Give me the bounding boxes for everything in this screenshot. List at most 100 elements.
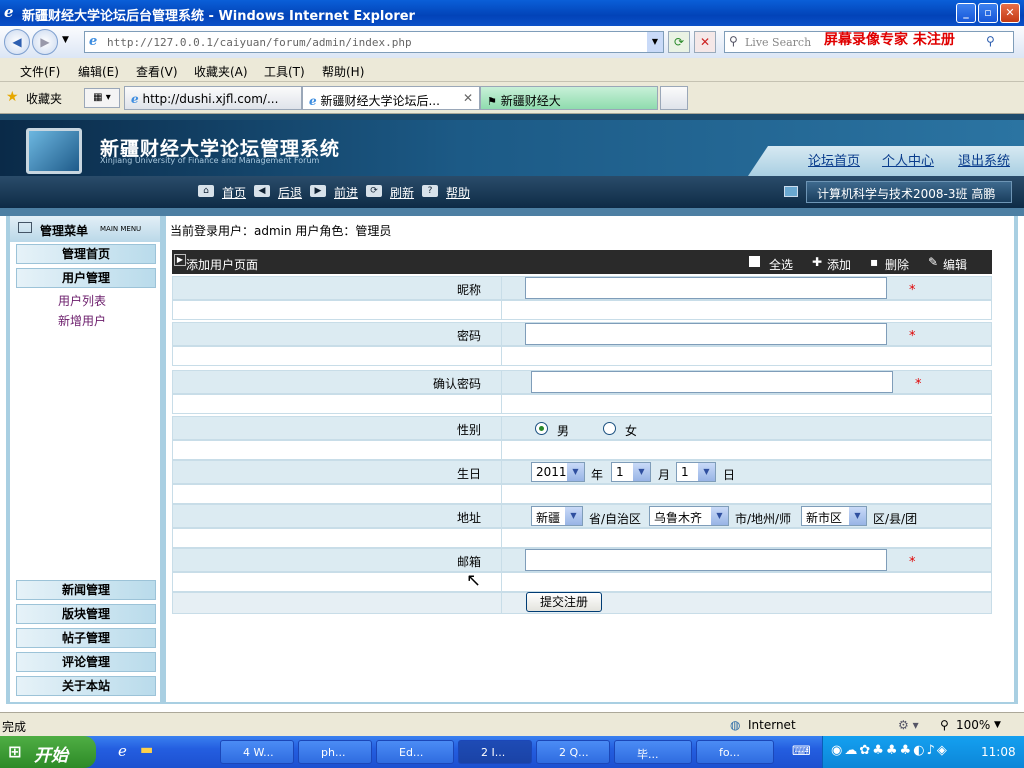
new-tab-button[interactable]	[660, 86, 688, 110]
province-select[interactable]: 新疆 ▼	[531, 506, 583, 526]
submit-button[interactable]: 提交注册	[526, 592, 602, 612]
required-mark: *	[909, 329, 916, 344]
monitor-logo-icon	[26, 128, 82, 174]
address-dropdown-icon[interactable]: ▼	[647, 32, 663, 52]
forum-home-link[interactable]: 论坛首页	[808, 150, 860, 169]
menu-view[interactable]: 查看(V)	[136, 63, 178, 80]
start-button[interactable]: ⊞ 开始	[0, 736, 96, 768]
sidebar-item-admin-home[interactable]: 管理首页	[16, 244, 156, 264]
zoom-icon: ⚲	[940, 718, 949, 732]
add-action[interactable]: 添加	[827, 256, 851, 273]
recorder-watermark: 屏幕录像专家 未注册	[824, 32, 955, 48]
birth-month-select[interactable]: 1 ▼	[611, 462, 651, 482]
birth-day-select[interactable]: 1 ▼	[676, 462, 716, 482]
menu-tools[interactable]: 工具(T)	[264, 63, 305, 80]
nav-help[interactable]: 帮助	[446, 184, 470, 201]
quick-tabs-icon[interactable]: ▦ ▾	[84, 88, 120, 108]
city-select[interactable]: 乌鲁木齐 ▼	[649, 506, 729, 526]
refresh-icon[interactable]: ⟳	[668, 31, 690, 53]
keyboard-icon[interactable]: ⌨	[792, 744, 811, 759]
sidebar-item-user-list[interactable]: 用户列表	[58, 292, 106, 309]
birth-year-select[interactable]: 2011 ▼	[531, 462, 585, 482]
task-folder[interactable]: fo...	[696, 740, 774, 764]
ie-quicklaunch-icon[interactable]: e	[118, 742, 127, 760]
forward-arrow-icon: ▶	[310, 185, 326, 197]
confirm-password-input[interactable]	[531, 371, 893, 393]
birthday-label: 生日	[456, 467, 481, 481]
logout-link[interactable]: 退出系统	[958, 150, 1010, 169]
sidebar-item-user-management[interactable]: 用户管理	[16, 268, 156, 288]
close-button[interactable]: ✕	[1000, 3, 1020, 23]
select-all-checkbox[interactable]	[749, 256, 760, 267]
select-all-label[interactable]: 全选	[769, 256, 793, 273]
task-php[interactable]: ph...	[298, 740, 372, 764]
zoom-level[interactable]: 100%	[956, 718, 990, 732]
stop-icon[interactable]: ✕	[694, 31, 716, 53]
panel-icon: ▶	[174, 254, 186, 266]
window-title: 新疆财经大学论坛后台管理系统 - Windows Internet Explor…	[22, 9, 415, 24]
gender-male-radio[interactable]	[535, 422, 548, 435]
nav-home[interactable]: 首页	[222, 184, 246, 201]
edit-action[interactable]: 编辑	[943, 256, 967, 273]
tab-dushi[interactable]: e http://dushi.xjfl.com/...	[124, 86, 302, 110]
tab-xjcj[interactable]: ⚑ 新疆财经大	[480, 86, 658, 110]
district-select[interactable]: 新市区 ▼	[801, 506, 867, 526]
form-row-gender: 性别 男 女	[172, 416, 992, 440]
zoom-dropdown-icon[interactable]: ▼	[994, 720, 1001, 730]
task-explorer[interactable]: 4 W...	[220, 740, 294, 764]
gender-female-radio[interactable]	[603, 422, 616, 435]
tab-bar: ★ 收藏夹 ▦ ▾ e http://dushi.xjfl.com/... e …	[0, 82, 1024, 114]
ie-icon: e	[4, 3, 14, 21]
address-bar[interactable]: e http://127.0.0.1/caiyuan/forum/admin/i…	[84, 31, 664, 53]
nickname-input[interactable]	[525, 277, 887, 299]
tab-close-icon[interactable]: ✕	[463, 91, 473, 105]
menu-favorites[interactable]: 收藏夹(A)	[194, 63, 248, 80]
favorites-button[interactable]: 收藏夹	[26, 90, 62, 107]
menu-edit[interactable]: 编辑(E)	[78, 63, 119, 80]
history-dropdown-icon[interactable]: ▼	[62, 35, 69, 45]
tray-icons[interactable]: ◉☁✿♣♣♣◐♪◈	[831, 743, 949, 758]
task-qq[interactable]: 2 Q...	[536, 740, 610, 764]
chevron-down-icon: ▼	[633, 463, 650, 481]
form-row-confirm-password: 确认密码 *	[172, 370, 992, 394]
required-mark: *	[909, 555, 916, 570]
site-nav: ⌂ 首页 ◀ 后退 ▶ 前进 ⟳ 刷新 ? 帮助 计算机科学与技术2008-3班…	[0, 176, 1024, 208]
form-row-email: 邮箱 *	[172, 548, 992, 572]
sidebar-item-boards[interactable]: 版块管理	[16, 604, 156, 624]
forward-button[interactable]: ▶	[32, 29, 58, 55]
page-icon: e	[89, 34, 98, 49]
form-row-address: 地址 新疆 ▼ 省/自治区 乌鲁木齐 ▼ 市/地州/师 新市区 ▼ 区/县/团	[172, 504, 992, 528]
task-ie[interactable]: 2 I...	[458, 740, 532, 764]
sidebar-item-comments[interactable]: 评论管理	[16, 652, 156, 672]
folder-quicklaunch-icon[interactable]: ▬	[140, 742, 153, 758]
chevron-down-icon: ▼	[565, 507, 582, 525]
delete-icon: ▪	[870, 255, 879, 269]
maximize-button[interactable]: ▫	[978, 3, 998, 23]
password-input[interactable]	[525, 323, 887, 345]
minimize-button[interactable]: _	[956, 3, 976, 23]
page-content: 新疆财经大学论坛管理系统 Xinjiang University of Fina…	[0, 114, 1024, 708]
sidebar-item-about[interactable]: 关于本站	[16, 676, 156, 696]
delete-action[interactable]: 删除	[885, 256, 909, 273]
tab-forum-admin[interactable]: e 新疆财经大学论坛后... ✕	[302, 86, 480, 110]
menu-file[interactable]: 文件(F)	[20, 63, 60, 80]
sidebar-item-add-user[interactable]: 新增用户	[58, 312, 106, 329]
task-editor[interactable]: Ed...	[376, 740, 454, 764]
email-input[interactable]	[525, 549, 887, 571]
menu-help[interactable]: 帮助(H)	[322, 63, 364, 80]
task-thesis[interactable]: 毕...	[614, 740, 692, 764]
chevron-down-icon: ▼	[698, 463, 715, 481]
search-go-icon[interactable]: ⚲	[986, 34, 995, 48]
ie-icon: e	[131, 92, 139, 106]
back-button[interactable]: ◀	[4, 29, 30, 55]
add-user-panel: ▶ 添加用户页面 全选 ✚ 添加 ▪ 删除 ✎ 编辑 昵称 * 密码 * 确认密…	[172, 250, 992, 616]
current-user-info: 当前登录用户：admin 用户角色：管理员	[170, 224, 392, 238]
sidebar-item-news[interactable]: 新闻管理	[16, 580, 156, 600]
nav-forward[interactable]: 前进	[334, 184, 358, 201]
nav-back[interactable]: 后退	[278, 184, 302, 201]
personal-center-link[interactable]: 个人中心	[882, 150, 934, 169]
sidebar-item-posts[interactable]: 帖子管理	[16, 628, 156, 648]
panel-header: ▶ 添加用户页面 全选 ✚ 添加 ▪ 删除 ✎ 编辑	[172, 250, 992, 274]
nav-refresh[interactable]: 刷新	[390, 184, 414, 201]
user-info: 计算机科学与技术2008-3班 高鹏	[806, 181, 1012, 203]
